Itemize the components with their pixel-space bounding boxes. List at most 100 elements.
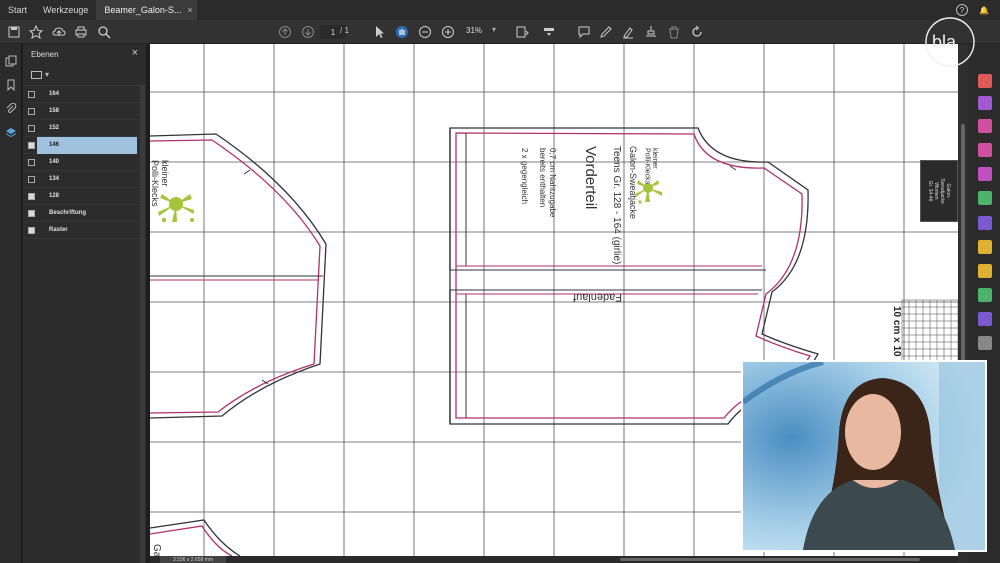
close-icon[interactable]: × — [132, 47, 138, 59]
main-toolbar: 1 / 1 31% ▾ — [0, 20, 1000, 44]
layer-label: 134 — [49, 176, 60, 182]
layer-label: 158 — [49, 108, 60, 114]
layer-label: 128 — [49, 193, 60, 199]
layers-icon[interactable] — [4, 126, 18, 140]
presenter-video — [743, 362, 985, 550]
pages-icon[interactable] — [4, 54, 18, 68]
layer-label: 164 — [49, 91, 60, 97]
tab-tools-label: Werkzeuge — [43, 5, 89, 15]
select-cursor-icon[interactable] — [371, 24, 387, 40]
tab-close-icon[interactable]: × — [187, 5, 192, 15]
layer-row[interactable]: 140 — [23, 154, 146, 171]
chevron-down-icon: ▾ — [45, 70, 50, 79]
bookmarks-icon[interactable] — [4, 78, 18, 92]
combine-files-icon[interactable] — [978, 96, 992, 110]
vertical-scroll-thumb[interactable] — [961, 124, 965, 364]
redo-icon[interactable] — [689, 24, 705, 40]
horizontal-scroll-thumb[interactable] — [620, 558, 920, 561]
export-pdf-icon[interactable] — [978, 143, 992, 157]
comment-icon[interactable] — [576, 24, 592, 40]
print-production-icon[interactable] — [978, 288, 992, 302]
layer-row[interactable]: 128 — [23, 188, 146, 205]
layer-visibility-checkbox[interactable] — [28, 90, 35, 98]
layers-scrollbar[interactable] — [140, 86, 145, 563]
layers-options[interactable]: ▾ — [23, 64, 146, 86]
edit-pdf-icon[interactable] — [978, 167, 992, 181]
webcam-overlay — [741, 360, 987, 552]
protect-icon[interactable] — [978, 191, 992, 205]
scale-label: 10 cm x 10 — [891, 306, 902, 357]
organize-pages-icon[interactable] — [978, 119, 992, 133]
horizontal-scrollbar[interactable] — [150, 556, 958, 563]
logo-label-left-line: Polli-Klecks — [150, 160, 160, 207]
layer-row[interactable]: Beschriftung — [23, 205, 146, 222]
delete-icon[interactable] — [666, 24, 682, 40]
layer-visibility-checkbox[interactable] — [28, 175, 35, 183]
page-fit-icon[interactable] — [514, 24, 530, 40]
search-icon[interactable] — [96, 24, 112, 40]
stamp-icon[interactable] — [643, 24, 659, 40]
logo-label-right-line: Polli-Klecks — [644, 148, 651, 185]
highlight-icon[interactable] — [620, 24, 636, 40]
comment-tool-icon[interactable] — [978, 264, 992, 278]
tab-document-label: Beamer_Galon-S... — [104, 5, 182, 15]
save-icon[interactable] — [6, 24, 22, 40]
cloud-upload-icon[interactable] — [51, 24, 67, 40]
layer-visibility-checkbox[interactable] — [28, 192, 35, 200]
scroll-mode-icon[interactable] — [541, 24, 557, 40]
create-pdf-icon[interactable] — [978, 74, 992, 88]
prev-page-icon[interactable] — [277, 24, 293, 40]
print-icon[interactable] — [73, 24, 89, 40]
layer-label: Raster — [49, 227, 68, 233]
tab-tools[interactable]: Werkzeuge — [35, 0, 96, 20]
layer-row[interactable]: 158 — [23, 103, 146, 120]
page-dimensions: 3.536 x 2.658 mm — [160, 556, 226, 563]
redact-icon[interactable] — [978, 312, 992, 326]
layer-visibility-checkbox[interactable] — [28, 141, 35, 149]
zoom-in-icon[interactable] — [440, 24, 456, 40]
seam-included: bereits enthalten — [538, 148, 547, 207]
attachments-icon[interactable] — [4, 102, 18, 116]
layer-row[interactable]: 164 — [23, 86, 146, 103]
send-for-review-icon[interactable] — [978, 240, 992, 254]
next-page-icon[interactable] — [300, 24, 316, 40]
layers-panel: Ebenen × ▾ 164 158 152 146 140 134 128 B… — [23, 44, 146, 563]
logo-label-right: kleiner Polli-Klecks — [644, 148, 659, 185]
layer-row-selected[interactable]: 146 — [23, 137, 146, 154]
layer-row[interactable]: 134 — [23, 171, 146, 188]
left-rail — [0, 44, 22, 563]
layer-visibility-checkbox[interactable] — [28, 209, 35, 217]
pen-icon[interactable] — [598, 24, 614, 40]
layers-options-icon — [31, 70, 42, 79]
tab-start[interactable]: Start — [0, 0, 35, 20]
layer-label: Beschriftung — [49, 210, 87, 216]
layers-panel-title: Ebenen — [31, 49, 59, 59]
layers-panel-header: Ebenen × — [23, 44, 146, 64]
polli-klecks-logo-left — [158, 194, 194, 223]
bottom-piece — [150, 519, 241, 556]
layer-label: 146 — [49, 142, 60, 148]
channel-logo: bla — [920, 14, 980, 74]
zoom-dropdown-icon[interactable]: ▾ — [492, 25, 496, 34]
tab-start-label: Start — [8, 5, 28, 15]
piece-name: Vorderteil — [582, 146, 599, 209]
layer-visibility-checkbox[interactable] — [28, 107, 35, 115]
tab-document[interactable]: Beamer_Galon-S... × — [96, 0, 197, 20]
layer-visibility-checkbox[interactable] — [28, 158, 35, 166]
hand-tool-icon[interactable] — [394, 24, 410, 40]
zoom-level[interactable]: 31% — [466, 26, 482, 35]
fill-sign-icon[interactable] — [978, 216, 992, 230]
layer-visibility-checkbox[interactable] — [28, 124, 35, 132]
product-name: Galon-Sweatjacke — [628, 146, 638, 219]
bookmark-star-icon[interactable] — [28, 24, 44, 40]
layer-row[interactable]: 152 — [23, 120, 146, 137]
layer-label: 140 — [49, 159, 60, 165]
page-total: / 1 — [340, 26, 349, 35]
layer-row[interactable]: Raster — [23, 222, 146, 239]
tab-bar: Start Werkzeuge Beamer_Galon-S... × ? 🔔 — [0, 0, 1000, 20]
layer-label: 152 — [49, 125, 60, 131]
seam-allowance: 0,7 cm Nahtzugabe — [548, 148, 557, 218]
more-tools-icon[interactable] — [978, 336, 992, 350]
zoom-out-icon[interactable] — [417, 24, 433, 40]
layer-visibility-checkbox[interactable] — [28, 226, 35, 234]
